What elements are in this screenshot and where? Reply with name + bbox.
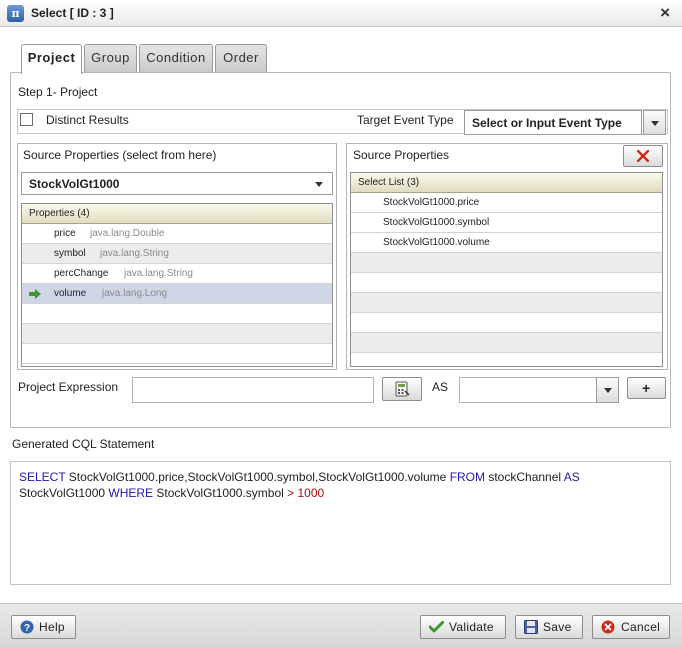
select-list-item-label: StockVolGt1000.volume — [383, 237, 490, 248]
validate-button[interactable]: Validate — [420, 615, 506, 639]
save-button[interactable]: Save — [515, 615, 583, 639]
cql-token: WHERE — [108, 486, 154, 500]
property-name: symbol — [54, 248, 86, 259]
empty-row — [22, 304, 332, 324]
tab-order[interactable]: Order — [215, 44, 267, 73]
svg-text:?: ? — [24, 623, 30, 634]
alias-input[interactable] — [459, 377, 597, 403]
help-icon: ? — [20, 620, 34, 634]
project-expression-label: Project Expression — [18, 380, 119, 394]
window-title: Select [ ID : 3 ] — [31, 6, 114, 20]
select-list-item[interactable]: StockVolGt1000.symbol — [351, 213, 662, 233]
app-icon: π — [7, 5, 24, 22]
close-icon[interactable]: × — [660, 3, 670, 23]
select-list-header: Select List (3) — [351, 173, 662, 193]
expression-builder-button[interactable] — [382, 377, 422, 401]
help-button[interactable]: ? Help — [11, 615, 76, 639]
empty-row — [351, 253, 662, 273]
distinct-label: Distinct Results — [46, 113, 129, 127]
empty-row — [351, 313, 662, 333]
select-list-item[interactable]: StockVolGt1000.price — [351, 193, 662, 213]
property-row-volume[interactable]: volume java.lang.Long — [22, 284, 332, 304]
source-select-value: StockVolGt1000 — [29, 177, 120, 191]
delete-icon — [637, 150, 649, 162]
add-icon: + — [642, 380, 651, 396]
property-type: java.lang.String — [100, 248, 169, 259]
source-select[interactable]: StockVolGt1000 — [21, 172, 333, 195]
property-type: java.lang.String — [124, 268, 193, 279]
source-right-title: Source Properties — [353, 148, 450, 162]
target-event-combo[interactable]: Select or Input Event Type — [464, 110, 642, 135]
generated-cql-statement: SELECT StockVolGt1000.price,StockVolGt10… — [10, 461, 671, 585]
empty-row — [351, 273, 662, 293]
select-list-item[interactable]: StockVolGt1000.volume — [351, 233, 662, 253]
empty-row — [351, 333, 662, 353]
validate-label: Validate — [449, 620, 494, 634]
clear-list-button[interactable] — [623, 145, 663, 167]
chevron-down-icon — [312, 173, 326, 194]
property-row-symbol[interactable]: symbol java.lang.String — [22, 244, 332, 264]
property-name: volume — [54, 288, 87, 299]
cql-token: AS — [563, 470, 580, 484]
property-row-percchange[interactable]: percChange java.lang.String — [22, 264, 332, 284]
property-name: price — [54, 228, 76, 239]
property-type: java.lang.Long — [102, 288, 168, 299]
calculator-icon — [395, 381, 410, 397]
distinct-checkbox[interactable] — [20, 113, 33, 126]
title-bar: π Select [ ID : 3 ] × — [0, 0, 682, 27]
empty-row — [22, 344, 332, 364]
generated-cql-label: Generated CQL Statement — [12, 437, 155, 451]
cancel-button[interactable]: Cancel — [592, 615, 670, 639]
project-panel: Step 1- Project Distinct Results Target … — [10, 72, 671, 428]
cql-token: StockVolGt1000.price,StockVolGt1000.symb… — [65, 470, 450, 484]
cql-token: StockVolGt1000.symbol — [153, 486, 288, 500]
chevron-down-icon — [650, 120, 659, 126]
add-expression-button[interactable]: + — [627, 377, 666, 399]
step-label: Step 1- Project — [18, 85, 98, 99]
source-properties-left: Source Properties (select from here) Sto… — [17, 143, 337, 370]
as-label: AS — [432, 380, 449, 394]
tab-project[interactable]: Project — [21, 44, 82, 74]
empty-row — [351, 353, 662, 366]
arrow-right-icon — [29, 289, 41, 299]
empty-row — [351, 293, 662, 313]
empty-row — [22, 324, 332, 344]
cancel-icon — [601, 620, 615, 634]
tab-condition[interactable]: Condition — [139, 44, 213, 73]
tab-group[interactable]: Group — [84, 44, 137, 73]
select-list-table: Select List (3) StockVolGt1000.price Sto… — [350, 172, 663, 367]
cancel-label: Cancel — [621, 620, 661, 634]
source-properties-right: Source Properties Select List (3) StockV… — [346, 143, 668, 370]
save-label: Save — [543, 620, 572, 634]
property-name: percChange — [54, 268, 109, 279]
alias-dropdown-button[interactable] — [596, 377, 619, 403]
cql-token: SELECT — [19, 470, 66, 484]
properties-table: Properties (4) price java.lang.Double sy… — [21, 203, 333, 367]
properties-table-header: Properties (4) — [22, 204, 332, 224]
target-event-label: Target Event Type — [357, 113, 454, 127]
save-icon — [524, 620, 538, 634]
checkmark-icon — [429, 621, 444, 633]
chevron-down-icon — [603, 388, 612, 393]
cql-token: stockChannel — [485, 470, 564, 484]
property-row-price[interactable]: price java.lang.Double — [22, 224, 332, 244]
target-event-placeholder: Select or Input Event Type — [472, 116, 622, 130]
source-left-title: Source Properties (select from here) — [23, 148, 217, 162]
cql-token: StockVolGt1000 — [19, 486, 109, 500]
footer-bar: ? Help Validate Save Cancel — [0, 603, 682, 648]
select-list-item-label: StockVolGt1000.price — [383, 197, 480, 208]
property-type: java.lang.Double — [90, 228, 165, 239]
select-list-item-label: StockVolGt1000.symbol — [383, 217, 490, 228]
target-event-dropdown-button[interactable] — [643, 110, 666, 135]
cql-token: FROM — [449, 470, 486, 484]
project-expression-input[interactable] — [132, 377, 374, 403]
help-label: Help — [39, 620, 65, 634]
cql-token: 1000 — [297, 486, 325, 500]
